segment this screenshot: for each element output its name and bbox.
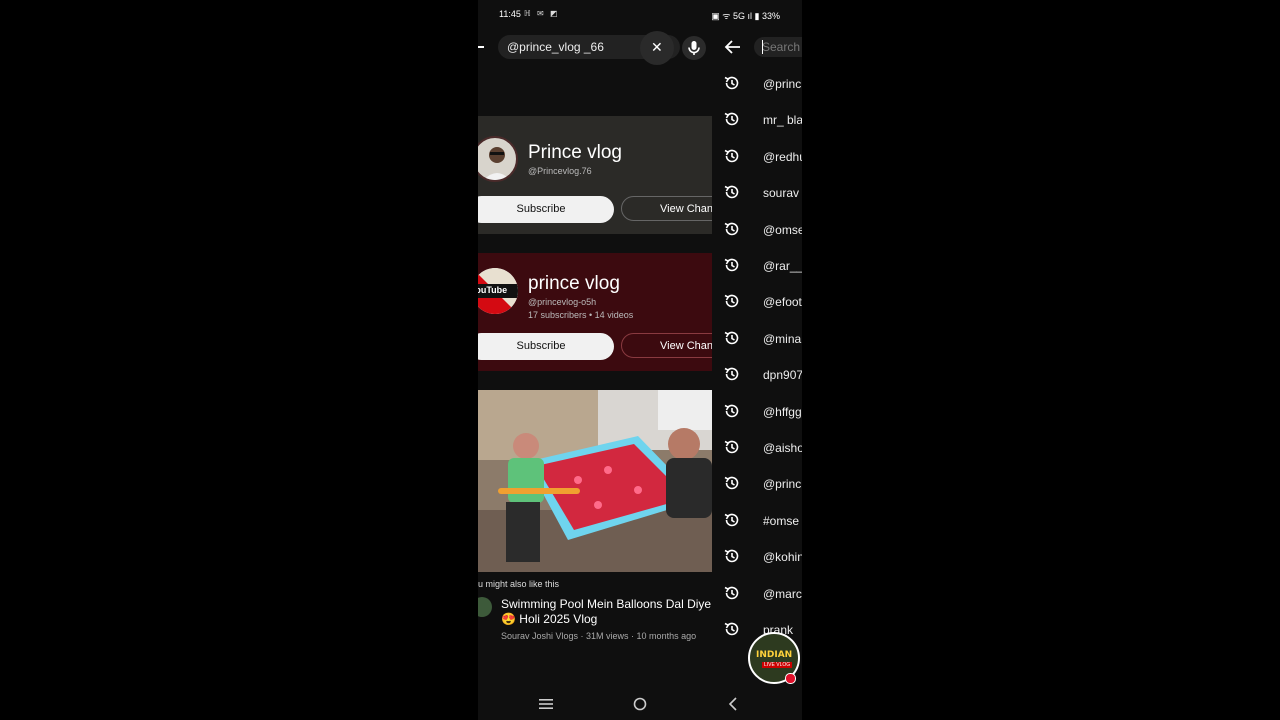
- video-title[interactable]: Swimming Pool Mein Balloons Dal Diye 😍 H…: [501, 597, 712, 627]
- text-caret: [762, 40, 763, 54]
- history-text: sourav: [763, 186, 800, 201]
- history-icon: [724, 222, 739, 235]
- search-query: @prince_vlog _66: [507, 40, 604, 54]
- channel-name: Prince vlog: [528, 142, 622, 163]
- phone-screen: 11:45 ℍ ✉ ◩ ▣ ᯤ 5G ıl ▮ 33% @prince_vlog…: [478, 0, 802, 720]
- video-meta: Sourav Joshi Vlogs · 31M views · 10 mont…: [501, 631, 697, 641]
- history-text: @hffgg: [763, 404, 802, 419]
- history-text: @efoot: [763, 295, 802, 310]
- history-item[interactable]: @redhu: [712, 147, 802, 183]
- history-icon: [724, 258, 739, 272]
- history-item[interactable]: @mina: [712, 329, 802, 365]
- search-placeholder: Search: [762, 40, 801, 54]
- history-text: @redhu: [763, 149, 802, 164]
- history-item[interactable]: @princ: [712, 74, 802, 110]
- history-item[interactable]: @omse: [712, 220, 802, 256]
- status-bar: 11:45 ℍ ✉ ◩ ▣ ᯤ 5G ıl ▮ 33%: [478, 0, 802, 30]
- view-channel-button[interactable]: View Channel: [621, 196, 712, 221]
- history-item[interactable]: dpn907: [712, 365, 802, 401]
- back-nav-icon[interactable]: [728, 697, 738, 711]
- recents-icon[interactable]: [539, 698, 553, 710]
- history-text: @princ: [763, 77, 802, 91]
- history-icon: [724, 513, 739, 527]
- watermark-line1: INDIAN: [756, 650, 793, 660]
- history-text: @princ: [763, 477, 802, 492]
- history-icon: [724, 477, 739, 490]
- section-label: u might also like this: [478, 579, 560, 589]
- history-icon: [724, 76, 739, 90]
- search-results-pane: @prince_vlog _66 ✕ Prince vlog @Princevl…: [478, 30, 712, 690]
- history-item[interactable]: @hffgg: [712, 402, 802, 438]
- video-title-line2: 😍 Holi 2025 Vlog: [501, 612, 598, 626]
- history-item[interactable]: sourav: [712, 183, 802, 219]
- view-channel-button[interactable]: View Channel: [621, 333, 712, 358]
- history-text: @mina: [763, 331, 802, 346]
- history-text: @kohin: [763, 550, 802, 565]
- channel-card[interactable]: Prince vlog @Princevlog.76 Subscribe Vie…: [478, 116, 712, 234]
- history-item[interactable]: @rar__: [712, 256, 802, 292]
- history-icon: [724, 331, 739, 345]
- history-text: @marc: [763, 586, 802, 601]
- channel-stats: 17 subscribers • 14 videos: [528, 310, 634, 320]
- history-icon: [724, 113, 739, 126]
- history-text: @rar__: [763, 259, 802, 273]
- history-icon: [724, 185, 739, 199]
- history-icon: [724, 622, 739, 636]
- history-text: #omse: [763, 513, 800, 528]
- back-arrow-icon[interactable]: [478, 46, 484, 48]
- history-item[interactable]: #omse: [712, 511, 802, 547]
- history-item[interactable]: mr_ bla: [712, 110, 802, 146]
- uploader-avatar[interactable]: [478, 597, 492, 617]
- video-title-line1: Swimming Pool Mein Balloons Dal Diye: [501, 597, 712, 611]
- channel-name: prince vlog: [528, 273, 620, 294]
- history-icon: [724, 149, 739, 163]
- history-text: mr_ bla: [763, 113, 802, 128]
- thumbnail-image: [478, 390, 712, 572]
- history-icon: [724, 586, 739, 599]
- watermark-line2: LIVE VLOG: [762, 662, 793, 668]
- system-nav-bar: [478, 690, 802, 720]
- status-right: ▣ ᯤ 5G ıl ▮ 33%: [711, 11, 780, 21]
- avatar-text: YouTube: [478, 285, 508, 295]
- video-thumbnail[interactable]: [478, 390, 712, 572]
- microphone-icon: [688, 41, 700, 55]
- history-item[interactable]: @efoot: [712, 292, 802, 328]
- history-text: @aisho: [763, 441, 802, 455]
- history-icon: [724, 404, 739, 417]
- back-arrow-icon[interactable]: [724, 39, 742, 55]
- home-icon[interactable]: [633, 697, 647, 711]
- channel-avatar: [478, 136, 518, 182]
- history-icon: [724, 440, 739, 454]
- history-icon: [724, 549, 739, 563]
- history-item[interactable]: @kohin: [712, 547, 802, 583]
- suggestion-search-input[interactable]: Search: [754, 37, 802, 57]
- history-icon: [724, 295, 739, 308]
- close-icon: ✕: [651, 39, 663, 55]
- channel-card[interactable]: YouTube prince vlog @princevlog-o5h 17 s…: [478, 253, 712, 371]
- history-item[interactable]: @princ: [712, 474, 802, 510]
- subscribe-button[interactable]: Subscribe: [478, 196, 614, 223]
- search-suggestions-pane: Search @princ mr_ bla @redhu sourav @omse @ra…: [712, 30, 802, 690]
- subscribe-button[interactable]: Subscribe: [478, 333, 614, 360]
- status-time: 11:45: [499, 9, 521, 19]
- history-item[interactable]: @aisho: [712, 438, 802, 474]
- notification-icons: ℍ ✉ ◩: [524, 9, 560, 18]
- channel-handle: @princevlog-o5h: [528, 297, 597, 307]
- channel-handle: @Princevlog.76: [528, 166, 592, 176]
- channel-avatar: YouTube: [478, 268, 518, 314]
- clear-search-button[interactable]: ✕: [640, 31, 674, 65]
- voice-search-button[interactable]: [682, 36, 706, 60]
- history-item[interactable]: @marc: [712, 584, 802, 620]
- history-text: dpn907: [763, 368, 802, 383]
- history-icon: [724, 367, 739, 381]
- history-text: @omse: [763, 222, 802, 237]
- live-indicator-dot: [785, 673, 796, 684]
